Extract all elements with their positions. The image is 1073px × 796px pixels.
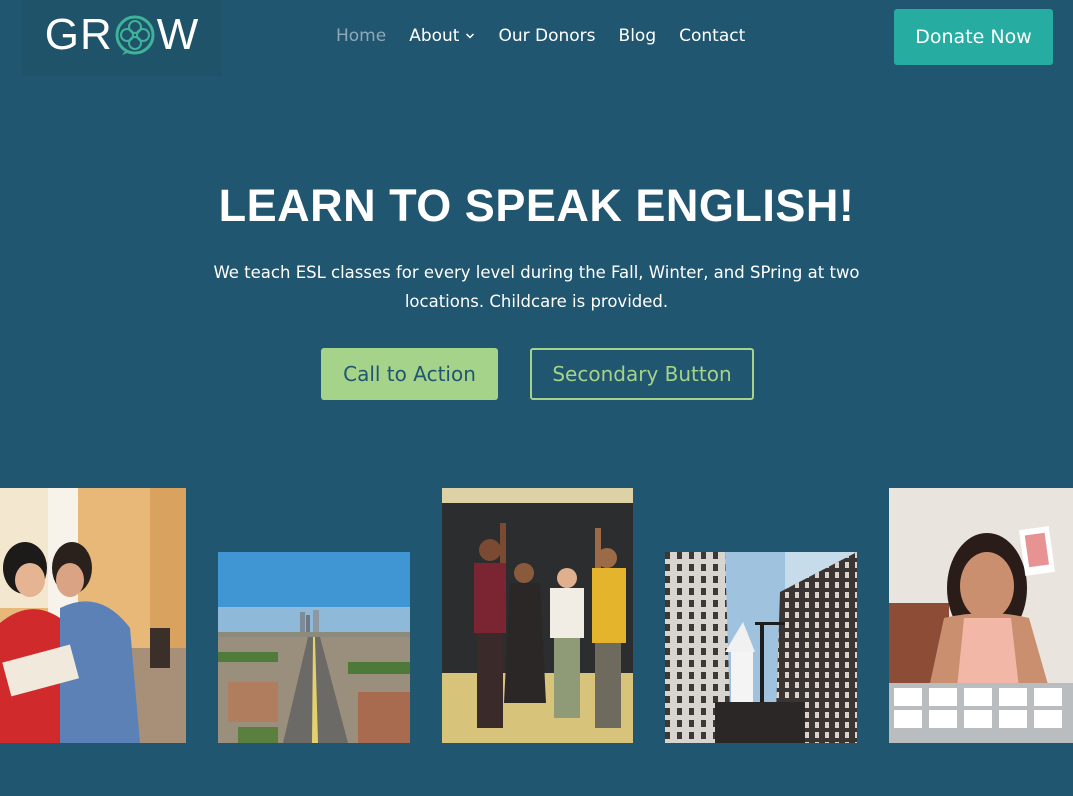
flower-icon <box>115 15 155 55</box>
logo-letters-gr: GR <box>44 10 113 59</box>
donate-now-button[interactable]: Donate Now <box>894 9 1053 65</box>
city-buildings-photo <box>665 552 857 743</box>
hero-subtitle-line-1: We teach ESL classes for every level dur… <box>213 263 860 282</box>
teacher-with-cards-photo <box>889 488 1073 743</box>
secondary-button[interactable]: Secondary Button <box>530 348 754 400</box>
group-celebrating-photo <box>442 488 633 743</box>
nav-our-donors[interactable]: Our Donors <box>498 26 595 46</box>
nav-home[interactable]: Home <box>336 26 386 46</box>
hero-subtitle-line-2: locations. Childcare is provided. <box>404 292 669 311</box>
nav-about[interactable]: About <box>409 26 475 46</box>
nav-about-label: About <box>409 26 460 46</box>
logo-letter-w: W <box>156 10 200 59</box>
city-aerial-photo <box>218 552 410 743</box>
students-reading-photo <box>0 488 186 743</box>
nav-blog[interactable]: Blog <box>619 26 657 46</box>
hero-subtitle: We teach ESL classes for every level dur… <box>0 258 1073 316</box>
logo[interactable]: GR W <box>22 0 222 76</box>
main-nav: Home About Our Donors Blog Contact <box>336 26 768 46</box>
chevron-down-icon <box>466 33 475 39</box>
call-to-action-button[interactable]: Call to Action <box>321 348 498 400</box>
logo-wordmark: GR W <box>45 13 200 57</box>
hero-title: LEARN TO SPEAK ENGLISH! <box>218 180 855 231</box>
nav-contact[interactable]: Contact <box>679 26 745 46</box>
